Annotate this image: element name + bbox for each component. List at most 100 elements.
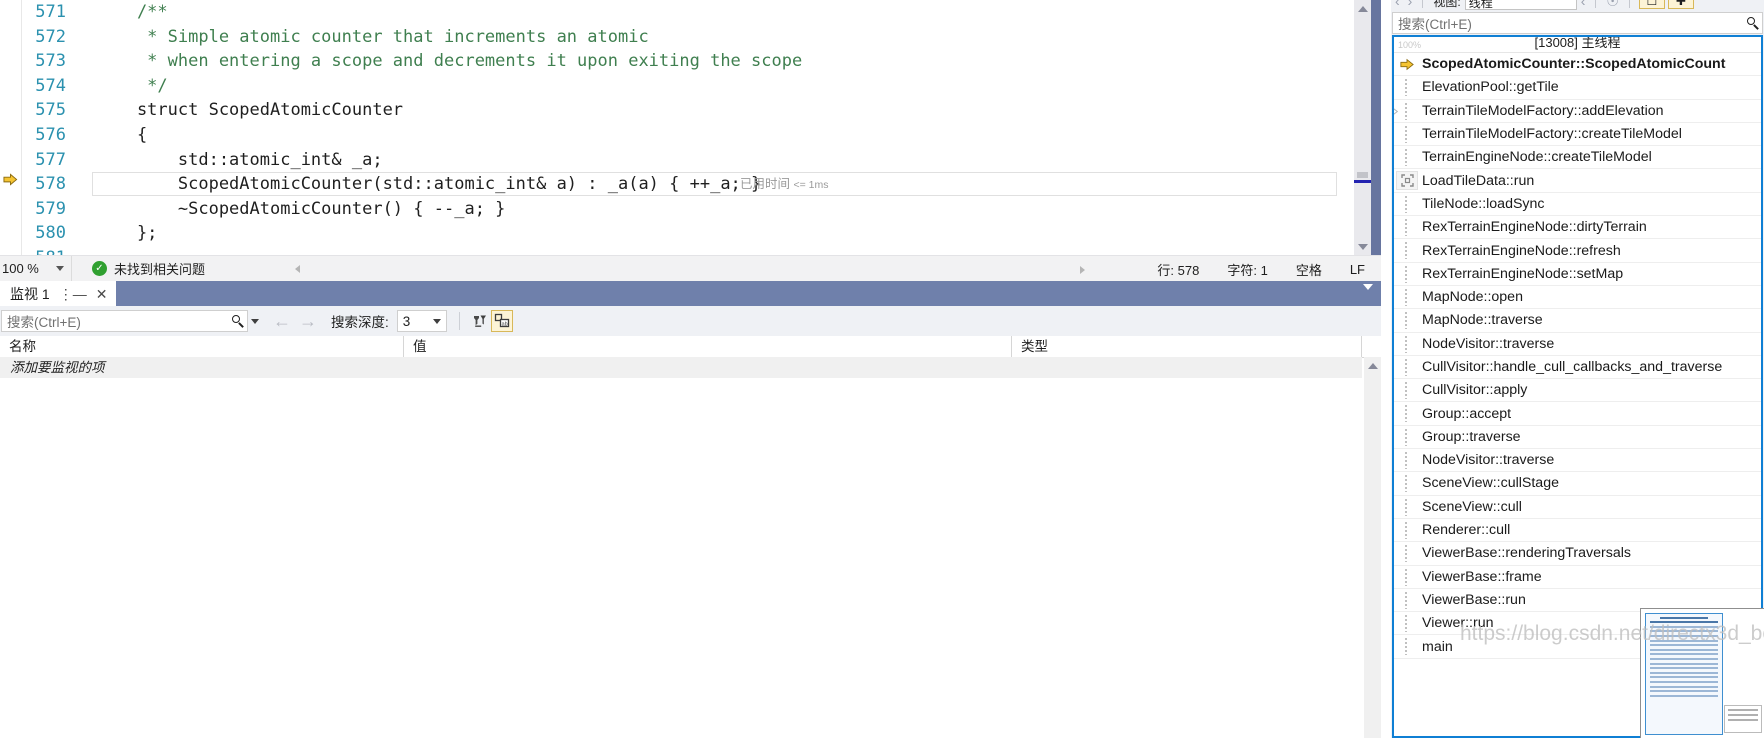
code-line[interactable]: 579 ~ScopedAtomicCounter() { --_a; }: [0, 197, 1355, 222]
issues-status-text: 未找到相关问题: [114, 262, 206, 277]
svg-text:ab: ab: [501, 321, 507, 327]
call-stack-frame-row[interactable]: MapNode::open: [1394, 286, 1761, 310]
call-stack-frame-row[interactable]: SceneView::cull: [1394, 496, 1761, 519]
hex-display-icon[interactable]: ab: [490, 310, 513, 332]
editor-scroll-thumb[interactable]: [1357, 172, 1368, 178]
search-depth-label: 搜索深度:: [331, 315, 389, 330]
frame-label: MapNode::open: [1422, 289, 1523, 306]
call-stack-frame-row[interactable]: Renderer::cull: [1394, 519, 1761, 543]
editor-vertical-scrollbar[interactable]: [1354, 0, 1371, 255]
search-icon: [232, 314, 245, 328]
forward-arrow-icon[interactable]: ›: [1408, 0, 1413, 9]
call-stack-frame-row[interactable]: SceneView::cullStage: [1394, 472, 1761, 496]
thumbnail-side-box: [1724, 705, 1762, 733]
call-stack-frame-row[interactable]: CullVisitor::handle_cull_callbacks_and_t…: [1394, 356, 1761, 380]
frame-gutter: [1394, 216, 1420, 238]
code-editor-pane[interactable]: 571 /** 572 * Simple atomic counter that …: [0, 0, 1381, 255]
watch-column-header[interactable]: 值: [404, 336, 1012, 357]
issues-next-icon[interactable]: [1080, 262, 1086, 277]
close-icon[interactable]: ✕: [96, 287, 108, 301]
watch-column-header[interactable]: 名称: [0, 336, 404, 357]
call-stack-frame-row[interactable]: CullVisitor::apply: [1394, 379, 1761, 403]
watch-vertical-scrollbar[interactable]: [1364, 357, 1381, 738]
scroll-up-icon[interactable]: [1354, 0, 1371, 17]
code-line[interactable]: 578 ScopedAtomicCounter(std::atomic_int&…: [0, 172, 1355, 197]
watch-rows-area[interactable]: 添加要监视的项: [0, 357, 1362, 738]
frame-gutter: [1394, 449, 1420, 471]
call-stack-frame-row[interactable]: Group::traverse: [1394, 426, 1761, 450]
watch-search-input[interactable]: 搜索(Ctrl+E): [1, 310, 248, 332]
code-lines-container[interactable]: 571 /** 572 * Simple atomic counter that …: [0, 0, 1355, 255]
search-prev-icon[interactable]: ←: [273, 312, 291, 330]
thread-header-text: [13008] 主线程: [1534, 37, 1621, 50]
chevron-down-icon[interactable]: [1363, 284, 1373, 290]
call-stack-frame-row[interactable]: RexTerrainEngineNode::dirtyTerrain: [1394, 216, 1761, 240]
call-stack-frame-row[interactable]: ElevationPool::getTile: [1394, 76, 1761, 100]
call-stack-frame-row[interactable]: ScopedAtomicCounter::ScopedAtomicCount: [1394, 53, 1761, 77]
settings-icon[interactable]: ‹: [1581, 0, 1586, 9]
frame-label: RexTerrainEngineNode::setMap: [1422, 265, 1624, 282]
call-stack-frames-container[interactable]: ScopedAtomicCounter::ScopedAtomicCount El…: [1394, 53, 1761, 659]
call-stack-frame-row[interactable]: TerrainEngineNode::createTileModel: [1394, 146, 1761, 170]
call-stack-frame-row[interactable]: TileNode::loadSync: [1394, 193, 1761, 217]
call-stack-search-input[interactable]: 搜索(Ctrl+E): [1392, 12, 1763, 34]
frame-label: ViewerBase::run: [1422, 591, 1526, 608]
call-stack-frame-row[interactable]: NodeVisitor::traverse: [1394, 449, 1761, 473]
frame-gutter: [1394, 356, 1420, 378]
call-stack-frame-row[interactable]: ViewerBase::renderingTraversals: [1394, 542, 1761, 566]
watch-empty-row[interactable]: 添加要监视的项: [0, 357, 1362, 378]
code-line[interactable]: 577 std::atomic_int& _a;: [0, 148, 1355, 173]
watch-column-header[interactable]: 类型: [1012, 336, 1362, 357]
scroll-down-icon[interactable]: [1354, 238, 1371, 255]
call-stack-frame-row[interactable]: TerrainTileModelFactory::createTileModel: [1394, 123, 1761, 147]
line-number: 578: [35, 174, 66, 195]
code-line[interactable]: 574 */: [0, 74, 1355, 99]
watch-window-pane: 监视 1 ⋮— ✕ 搜索(Ctrl+E) ← → 搜索深度: 3 ab 名称 值…: [0, 281, 1381, 738]
code-text: };: [96, 223, 158, 244]
filter-icon[interactable]: [469, 310, 491, 332]
code-line[interactable]: 580 };: [0, 221, 1355, 246]
frame-gutter: [1394, 379, 1420, 401]
search-depth-combo[interactable]: 3: [396, 310, 447, 332]
code-line[interactable]: 576 {: [0, 123, 1355, 148]
call-stack-frame-row[interactable]: MapNode::traverse: [1394, 309, 1761, 333]
frame-gutter: [1394, 100, 1420, 122]
code-line[interactable]: 571 /**: [0, 0, 1355, 25]
code-line[interactable]: 572 * Simple atomic counter that increme…: [0, 25, 1355, 50]
call-stack-frame-row[interactable]: NodeVisitor::traverse: [1394, 333, 1761, 356]
issues-status[interactable]: ✓ 未找到相关问题: [92, 259, 205, 278]
call-stack-frame-row[interactable]: LoadTileData::run: [1394, 169, 1761, 193]
layout-icon[interactable]: ☐: [1638, 0, 1665, 9]
search-options-chevron-icon[interactable]: [251, 318, 259, 324]
call-stack-frame-row[interactable]: TerrainTileModelFactory::addElevation: [1394, 100, 1761, 123]
code-text: struct ScopedAtomicCounter: [96, 100, 404, 121]
zoom-level-combo[interactable]: 100 %: [0, 255, 72, 282]
status-indent-mode[interactable]: 空格: [1296, 260, 1322, 279]
view-combo[interactable]: 线程: [1464, 0, 1577, 10]
frame-icon: [1396, 171, 1418, 191]
frame-gutter: [1394, 286, 1420, 308]
scroll-up-icon[interactable]: [1364, 357, 1381, 374]
search-depth-value: 3: [402, 313, 411, 329]
code-line[interactable]: 575 struct ScopedAtomicCounter: [0, 98, 1355, 123]
code-line[interactable]: 581: [0, 246, 1355, 255]
issues-prev-icon[interactable]: [295, 264, 301, 273]
frame-label: Group::accept: [1422, 405, 1512, 422]
call-stack-thread-header: 100% [13008] 主线程: [1394, 37, 1761, 53]
pin-icon[interactable]: ⋮—: [59, 287, 87, 301]
call-stack-frame-row[interactable]: RexTerrainEngineNode::setMap: [1394, 263, 1761, 286]
code-line[interactable]: 573 * when entering a scope and decremen…: [0, 49, 1355, 74]
call-stack-frame-row[interactable]: ViewerBase::frame: [1394, 566, 1761, 589]
status-line-number: 行: 578: [1157, 262, 1200, 278]
add-icon[interactable]: ✚: [1667, 0, 1694, 9]
code-text: ScopedAtomicCounter(std::atomic_int& a) …: [96, 174, 762, 195]
window-icon[interactable]: ☉: [1606, 0, 1619, 10]
tab-watch-1[interactable]: 监视 1 ⋮— ✕: [0, 281, 117, 306]
line-number: 574: [35, 75, 66, 96]
frame-label: ViewerBase::renderingTraversals: [1422, 545, 1631, 562]
status-eol-mode[interactable]: LF: [1350, 262, 1365, 277]
call-stack-frame-row[interactable]: Group::accept: [1394, 402, 1761, 426]
call-stack-frame-row[interactable]: RexTerrainEngineNode::refresh: [1394, 239, 1761, 263]
search-next-icon[interactable]: →: [299, 312, 317, 330]
back-arrow-icon[interactable]: ‹: [1395, 0, 1400, 9]
